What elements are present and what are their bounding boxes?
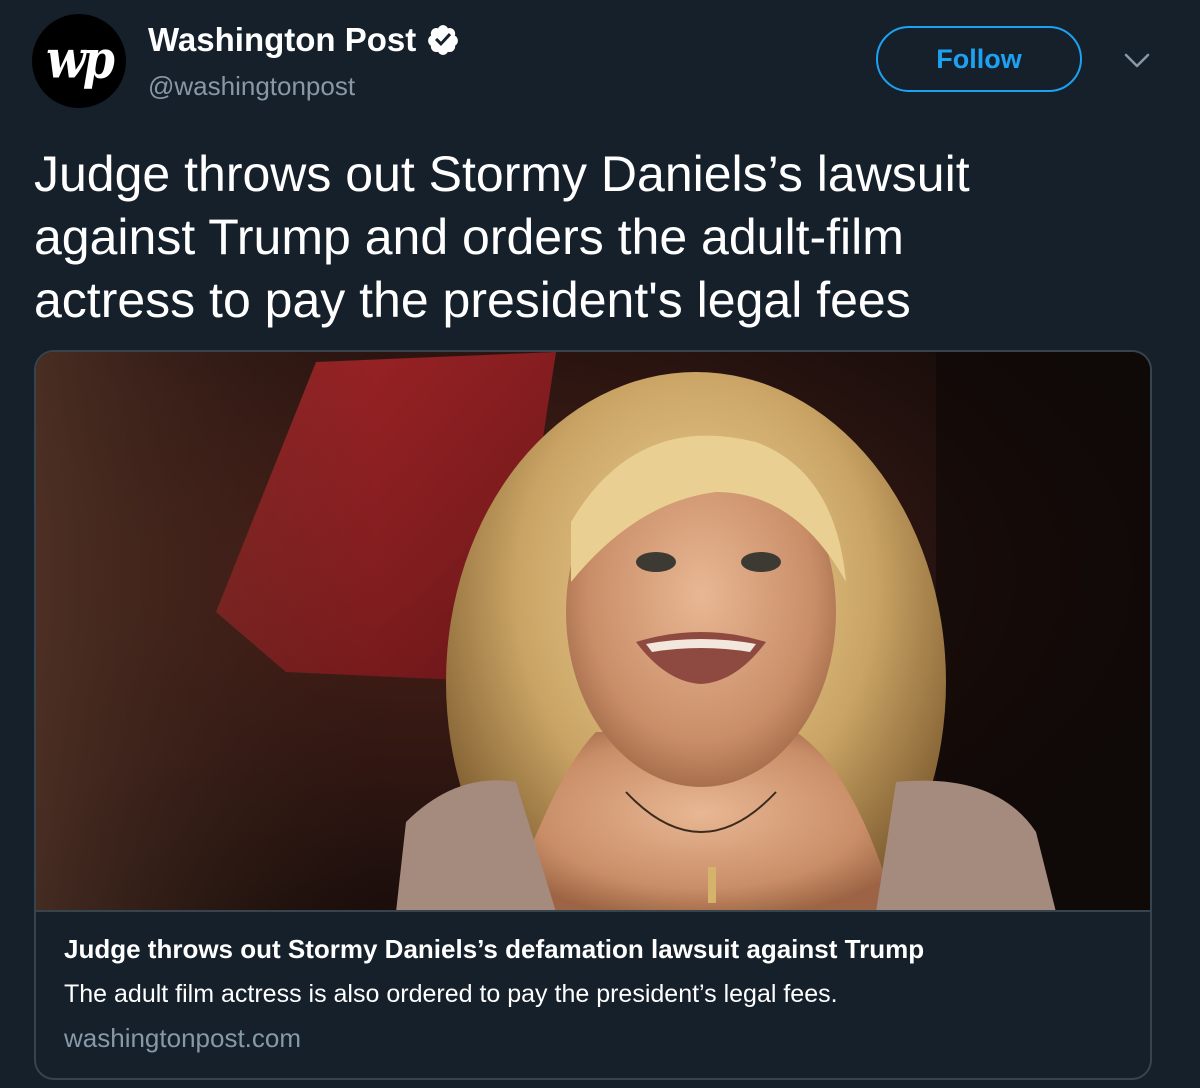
tweet-text: Judge throws out Stormy Daniels’s lawsui… (34, 146, 970, 328)
card-domain[interactable]: washingtonpost.com (64, 1022, 1124, 1054)
card-photo (36, 352, 1150, 910)
card-image (36, 352, 1150, 912)
avatar[interactable]: wp (32, 14, 126, 108)
chevron-down-icon[interactable] (1122, 50, 1152, 72)
verified-badge-icon (428, 25, 459, 55)
card-body: Judge throws out Stormy Daniels’s defama… (64, 932, 1124, 1054)
link-card[interactable]: Judge throws out Stormy Daniels’s defama… (34, 350, 1152, 1080)
handle[interactable]: @washingtonpost (148, 70, 355, 102)
follow-button[interactable]: Follow (876, 26, 1082, 92)
washington-post-logo: wp (46, 27, 115, 91)
card-title[interactable]: Judge throws out Stormy Daniels’s defama… (64, 932, 1124, 966)
author-name-row: Washington Post (148, 20, 460, 60)
card-description: The adult film actress is also ordered t… (64, 980, 838, 1008)
display-name[interactable]: Washington Post (148, 20, 416, 60)
